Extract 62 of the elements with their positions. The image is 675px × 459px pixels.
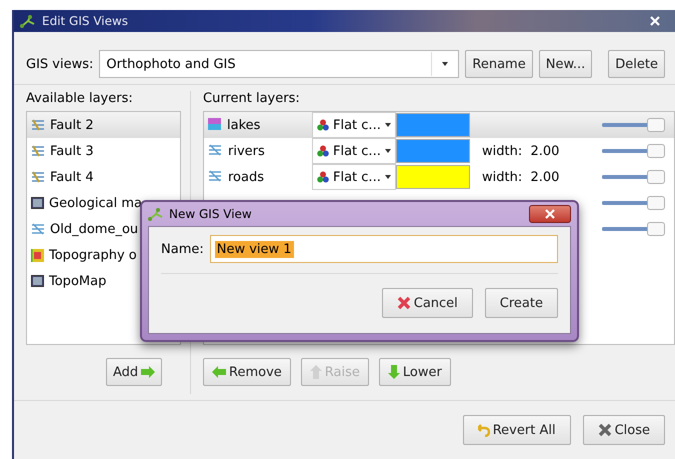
width-text: width: 2.00 (482, 144, 560, 158)
line-icon (208, 170, 222, 182)
grid-icon (31, 248, 44, 262)
arrow-left-icon (212, 366, 226, 378)
color-swatch[interactable] (396, 113, 470, 137)
layer-item[interactable]: Fault 4 (27, 164, 180, 190)
layer-item[interactable]: TopoMap (27, 268, 180, 294)
close-button[interactable] (529, 205, 571, 223)
fault-icon (31, 119, 45, 131)
app-icon (148, 208, 164, 220)
layer-item[interactable]: Fault 2 (27, 112, 180, 138)
width-text: width: 2.00 (482, 170, 560, 184)
arrow-right-icon (141, 366, 156, 378)
line-icon (208, 144, 222, 156)
fault-icon (31, 145, 45, 157)
layer-name: rivers (228, 144, 265, 158)
layer-item[interactable]: Fault 3 (27, 138, 180, 164)
cancel-icon (396, 296, 411, 310)
name-label: Name: (161, 242, 204, 256)
style-dropdown[interactable]: Flat c... (312, 112, 396, 138)
app-icon (20, 14, 36, 28)
color-swatch[interactable] (396, 165, 470, 189)
style-icon (317, 171, 329, 183)
views-label: GIS views: (26, 56, 94, 72)
views-dropdown[interactable]: Orthophoto and GIS (99, 50, 460, 78)
arrow-up-icon (310, 365, 322, 379)
image-icon (31, 275, 44, 287)
view-action-button[interactable]: Delete (608, 50, 665, 78)
caret-icon (384, 175, 391, 179)
layer-name: lakes (227, 118, 260, 132)
layer-name: roads (228, 170, 264, 184)
line-icon (31, 223, 45, 235)
dialog-title: New GIS View (169, 207, 252, 221)
close-icon (650, 16, 660, 26)
caret-icon (442, 62, 448, 66)
caret-icon (384, 123, 391, 127)
style-icon (317, 145, 329, 157)
dialog-button[interactable]: Cancel (382, 288, 473, 318)
window-title: Edit GIS Views (42, 14, 130, 28)
image-icon (31, 197, 44, 209)
style-dropdown[interactable]: Flat c... (312, 138, 396, 164)
dialog-button[interactable]: Create (484, 288, 558, 318)
close-icon (545, 209, 555, 219)
revert-icon (478, 423, 490, 437)
arrow-down-icon (388, 365, 400, 379)
available-layers-label: Available layers: (26, 91, 134, 106)
add-button[interactable]: Add (106, 358, 162, 386)
style-icon (317, 119, 329, 131)
style-dropdown[interactable]: Flat c... (312, 164, 396, 190)
current-layers-label: Current layers: (203, 91, 301, 106)
view-action-button[interactable]: New... (538, 50, 592, 78)
polygon-icon (208, 118, 221, 130)
name-field[interactable]: New view 1 (210, 235, 558, 263)
footer-button[interactable]: Close (582, 415, 665, 445)
view-action-button[interactable]: Rename (465, 50, 533, 78)
caret-icon (384, 149, 391, 153)
close-icon (598, 423, 612, 437)
footer-button[interactable]: Revert All (462, 415, 571, 445)
color-swatch[interactable] (396, 139, 470, 163)
fault-icon (31, 171, 45, 183)
layer-action-button[interactable]: Lower (378, 358, 451, 386)
layer-action-button[interactable]: Remove (203, 358, 291, 386)
